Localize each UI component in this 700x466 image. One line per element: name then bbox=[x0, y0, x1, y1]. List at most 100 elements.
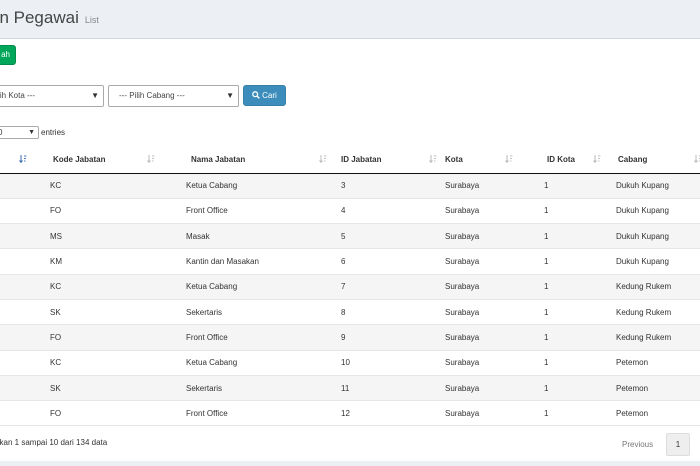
cell-kota: Surabaya bbox=[445, 375, 521, 402]
cell-kode-jabatan: MS bbox=[35, 223, 163, 250]
table-row[interactable]: FO Front Office 4 Surabaya 1 Dukuh Kupang bbox=[0, 198, 700, 225]
table-row[interactable]: FO Front Office 9 Surabaya 1 Kedung Rukem bbox=[0, 324, 700, 351]
cell-kode-jabatan: FO bbox=[35, 324, 163, 351]
entries-length-value: 0 bbox=[0, 128, 3, 137]
cell-cabang: Kedung Rukem bbox=[609, 324, 700, 351]
previous-page-button[interactable]: Previous bbox=[622, 440, 653, 449]
header-col-nama-jabatan[interactable]: Nama Jabatan bbox=[163, 146, 335, 174]
cell-id-kota: 1 bbox=[521, 198, 609, 225]
cell-kota: Surabaya bbox=[445, 274, 521, 300]
cell-id-jabatan: 12 bbox=[335, 400, 445, 427]
table-row[interactable]: KC Ketua Cabang 10 Surabaya 1 Petemon bbox=[0, 350, 700, 376]
entries-label: entries bbox=[41, 128, 66, 137]
header-col-id-jabatan[interactable]: ID Jabatan bbox=[335, 146, 445, 174]
table-row[interactable]: SK Sekertaris 8 Surabaya 1 Kedung Rukem bbox=[0, 299, 700, 326]
cell-id-jabatan: 4 bbox=[335, 198, 445, 225]
table-row[interactable]: KM Kantin dan Masakan 6 Surabaya 1 Dukuh Kupa… bbox=[0, 248, 700, 275]
header-col-id-kota[interactable]: ID Kota bbox=[521, 146, 609, 174]
cell-nama-jabatan: Sekertaris bbox=[163, 299, 335, 326]
cell-id-jabatan: 7 bbox=[335, 274, 445, 300]
cell-first bbox=[0, 198, 35, 225]
cell-id-kota: 1 bbox=[521, 299, 609, 326]
cell-id-kota: 1 bbox=[521, 274, 609, 300]
header-col-kota[interactable]: Kota bbox=[445, 146, 521, 174]
cell-kode-jabatan: SK bbox=[35, 299, 163, 326]
cell-kode-jabatan: FO bbox=[35, 198, 163, 225]
cell-nama-jabatan: Kantin dan Masakan bbox=[163, 248, 335, 275]
cell-id-kota: 1 bbox=[521, 223, 609, 250]
cell-first bbox=[0, 324, 35, 351]
cell-nama-jabatan: Ketua Cabang bbox=[163, 274, 335, 300]
cell-id-kota: 1 bbox=[521, 400, 609, 427]
header-col-kode-jabatan[interactable]: Kode Jabatan bbox=[35, 146, 163, 174]
cabang-select[interactable]: --- Pilih Cabang --- ▼ bbox=[108, 85, 239, 107]
cabang-select-label: --- Pilih Cabang --- bbox=[119, 91, 185, 100]
cell-kota: Surabaya bbox=[445, 223, 521, 250]
sort-icon bbox=[147, 155, 155, 163]
header-col-first[interactable] bbox=[0, 146, 35, 174]
cell-kota: Surabaya bbox=[445, 198, 521, 225]
cell-kode-jabatan: KC bbox=[35, 173, 163, 199]
table-row[interactable]: FO Front Office 12 Surabaya 1 Petemon bbox=[0, 400, 700, 427]
page-subtitle: List bbox=[84, 15, 99, 25]
page-title: an Pegawai List bbox=[0, 8, 99, 28]
caret-down-icon: ▼ bbox=[91, 91, 99, 100]
cell-kode-jabatan: FO bbox=[35, 400, 163, 427]
table-row[interactable]: KC Ketua Cabang 7 Surabaya 1 Kedung Rukem bbox=[0, 274, 700, 300]
header-label: ID Jabatan bbox=[341, 154, 382, 164]
page-title-text: an Pegawai bbox=[0, 8, 79, 27]
cell-cabang: Dukuh Kupang bbox=[609, 198, 700, 225]
cell-cabang: Petemon bbox=[609, 400, 700, 427]
cell-id-kota: 1 bbox=[521, 375, 609, 402]
table-info: ilkan 1 sampai 10 dari 134 data bbox=[0, 438, 108, 447]
cell-first bbox=[0, 375, 35, 402]
add-button[interactable]: ah bbox=[0, 45, 16, 65]
search-button[interactable]: Cari bbox=[243, 85, 286, 106]
header-label: ID Kota bbox=[547, 154, 575, 164]
page-button-current[interactable]: 1 bbox=[666, 433, 690, 456]
sort-asc-icon bbox=[19, 155, 27, 163]
sort-icon bbox=[319, 155, 327, 163]
cell-cabang: Kedung Rukem bbox=[609, 274, 700, 300]
cell-id-jabatan: 11 bbox=[335, 375, 445, 402]
search-icon bbox=[252, 91, 261, 99]
entries-length-select[interactable]: 0 ▼ bbox=[0, 126, 39, 139]
kota-select-label: Pilih Kota --- bbox=[0, 91, 36, 100]
cell-kota: Surabaya bbox=[445, 350, 521, 376]
caret-down-icon: ▼ bbox=[28, 129, 35, 136]
cell-first bbox=[0, 350, 35, 376]
cell-nama-jabatan: Ketua Cabang bbox=[163, 350, 335, 376]
cell-kode-jabatan: KC bbox=[35, 274, 163, 300]
cell-cabang: Petemon bbox=[609, 350, 700, 376]
cell-id-kota: 1 bbox=[521, 248, 609, 275]
cell-cabang: Dukuh Kupang bbox=[609, 223, 700, 250]
header-label: Cabang bbox=[618, 154, 648, 164]
cell-nama-jabatan: Masak bbox=[163, 223, 335, 250]
sort-icon bbox=[429, 155, 437, 163]
table-row[interactable]: MS Masak 5 Surabaya 1 Dukuh Kupang bbox=[0, 223, 700, 250]
cell-kota: Surabaya bbox=[445, 299, 521, 326]
sort-icon bbox=[694, 155, 700, 163]
search-button-label: Cari bbox=[262, 91, 277, 100]
cell-id-kota: 1 bbox=[521, 324, 609, 351]
cell-nama-jabatan: Ketua Cabang bbox=[163, 173, 335, 199]
table-row[interactable]: SK Sekertaris 11 Surabaya 1 Petemon bbox=[0, 375, 700, 402]
data-table: Kode Jabatan Nama Jabatan ID Jabatan Kota ID… bbox=[0, 146, 700, 427]
header-label: Kode Jabatan bbox=[53, 154, 106, 164]
kota-select[interactable]: Pilih Kota --- ▼ bbox=[0, 85, 104, 107]
header-label: Nama Jabatan bbox=[191, 154, 246, 164]
caret-down-icon: ▼ bbox=[226, 91, 234, 100]
cell-id-jabatan: 8 bbox=[335, 299, 445, 326]
sort-icon bbox=[505, 155, 513, 163]
cell-first bbox=[0, 248, 35, 275]
cell-cabang: Dukuh Kupang bbox=[609, 173, 700, 199]
cell-kode-jabatan: KM bbox=[35, 248, 163, 275]
table-row[interactable]: KC Ketua Cabang 3 Surabaya 1 Dukuh Kupang bbox=[0, 173, 700, 199]
header-col-cabang[interactable]: Cabang bbox=[609, 146, 700, 174]
cell-kota: Surabaya bbox=[445, 173, 521, 199]
cell-cabang: Kedung Rukem bbox=[609, 299, 700, 326]
cell-id-kota: 1 bbox=[521, 350, 609, 376]
cell-first bbox=[0, 400, 35, 427]
cell-nama-jabatan: Sekertaris bbox=[163, 375, 335, 402]
cell-nama-jabatan: Front Office bbox=[163, 198, 335, 225]
